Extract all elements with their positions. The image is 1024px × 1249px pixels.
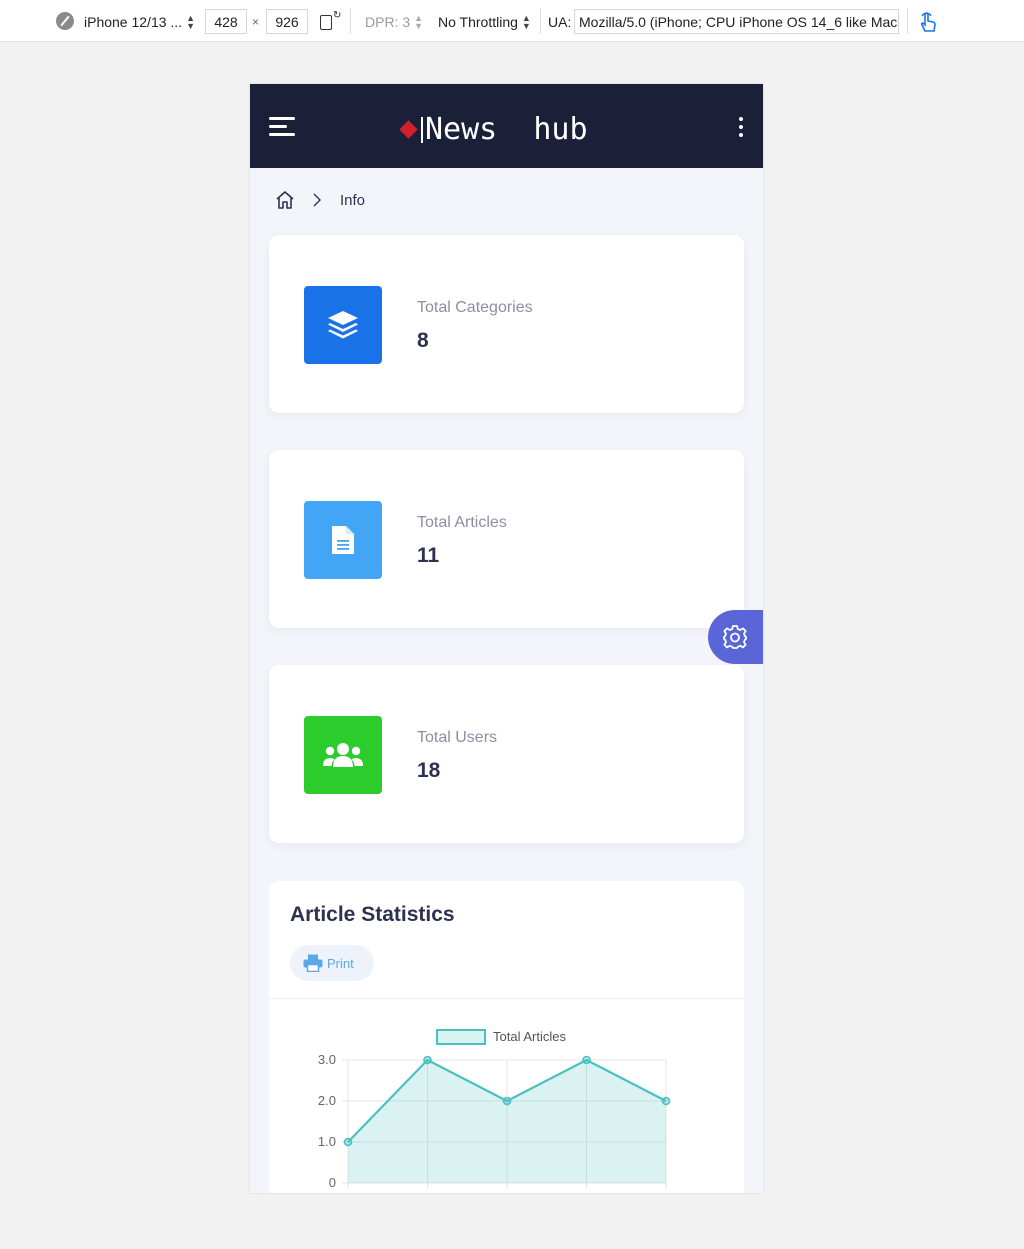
card-label: Total Categories <box>417 299 533 316</box>
updown-icon: ▲ ▼ <box>414 12 424 31</box>
more-options-icon[interactable] <box>738 117 744 137</box>
user-agent-input[interactable]: Mozilla/5.0 (iPhone; CPU iPhone OS 14_6 … <box>574 9 899 34</box>
top-navbar: News hub <box>250 84 763 168</box>
card-label: Total Articles <box>417 514 507 531</box>
gear-icon <box>723 625 747 649</box>
total-articles-card: Total Articles 11 <box>269 450 744 628</box>
y-axis-ticks: 3.0 2.0 1.0 0 <box>318 1052 336 1190</box>
throttling-label: No Throttling <box>438 13 518 30</box>
updown-icon: ▲ ▼ <box>186 12 195 31</box>
breadcrumb-current: Info <box>340 191 366 209</box>
toolbar-divider <box>350 8 351 34</box>
brand-name: News hub <box>425 112 588 147</box>
article-statistics-chart: Total Articles 3.0 2.0 1.0 0 <box>318 1029 671 1190</box>
print-label: Print <box>327 955 354 971</box>
layers-icon <box>328 311 358 339</box>
compass-icon <box>56 12 74 30</box>
toolbar-divider <box>907 8 908 34</box>
users-icon-box <box>304 716 382 794</box>
users-icon <box>323 743 363 767</box>
brand-logo[interactable]: News hub <box>398 112 588 147</box>
width-input[interactable]: 428 <box>205 9 247 34</box>
panel-title: Article Statistics <box>290 903 455 926</box>
articles-icon-box <box>304 501 382 579</box>
y-tick-label: 0 <box>329 1175 336 1190</box>
throttling-select[interactable]: No Throttling ▲ ▼ <box>438 9 531 34</box>
legend-swatch[interactable] <box>436 1029 486 1045</box>
home-icon[interactable] <box>274 189 296 211</box>
data-point[interactable] <box>423 1055 432 1065</box>
ua-label: UA: <box>548 13 572 30</box>
device-select[interactable]: iPhone 12/13 ... ▲ ▼ <box>84 9 195 34</box>
legend-label: Total Articles <box>493 1029 566 1044</box>
data-point[interactable] <box>343 1137 353 1147</box>
categories-icon-box <box>304 286 382 364</box>
height-input[interactable]: 926 <box>266 9 308 34</box>
dpr-label: DPR: 3 <box>365 13 411 30</box>
brand-bar <box>421 116 423 143</box>
card-value: 18 <box>417 759 441 782</box>
y-tick-label: 2.0 <box>318 1093 336 1108</box>
document-icon <box>332 526 354 554</box>
article-statistics-panel: Article Statistics Print Total Articles … <box>269 881 744 1193</box>
panel-divider <box>269 998 744 999</box>
data-point[interactable] <box>661 1096 671 1106</box>
toolbar-divider <box>540 8 541 34</box>
settings-button[interactable] <box>708 610 763 664</box>
phone-viewport: News hub Info Total Categories 8 Total A… <box>250 84 763 1193</box>
devtools-toolbar: iPhone 12/13 ... ▲▼ 428 × 926 DPR: 3 ▲▼ … <box>0 0 1024 42</box>
data-point[interactable] <box>582 1055 591 1065</box>
y-tick-label: 1.0 <box>318 1134 336 1149</box>
dpr-select[interactable]: DPR: 3 ▲ ▼ <box>365 9 423 34</box>
total-categories-card: Total Categories 8 <box>269 235 744 413</box>
card-label: Total Users <box>417 729 498 746</box>
data-point[interactable] <box>502 1096 512 1106</box>
print-button[interactable]: Print <box>290 945 374 981</box>
rotate-icon[interactable] <box>320 10 341 30</box>
chevron-right-icon <box>313 193 321 207</box>
card-value: 11 <box>417 544 440 567</box>
y-tick-label: 3.0 <box>318 1052 336 1067</box>
card-value: 8 <box>417 329 429 352</box>
diamond-icon <box>399 120 418 139</box>
menu-icon[interactable] <box>269 117 295 137</box>
total-users-card: Total Users 18 <box>269 665 744 843</box>
dimension-separator: × <box>252 14 260 29</box>
breadcrumb: Info <box>274 187 365 213</box>
touch-icon[interactable] <box>916 11 940 33</box>
updown-icon: ▲ ▼ <box>521 12 531 31</box>
device-select-label: iPhone 12/13 ... <box>84 13 183 30</box>
printer-icon <box>303 954 323 972</box>
